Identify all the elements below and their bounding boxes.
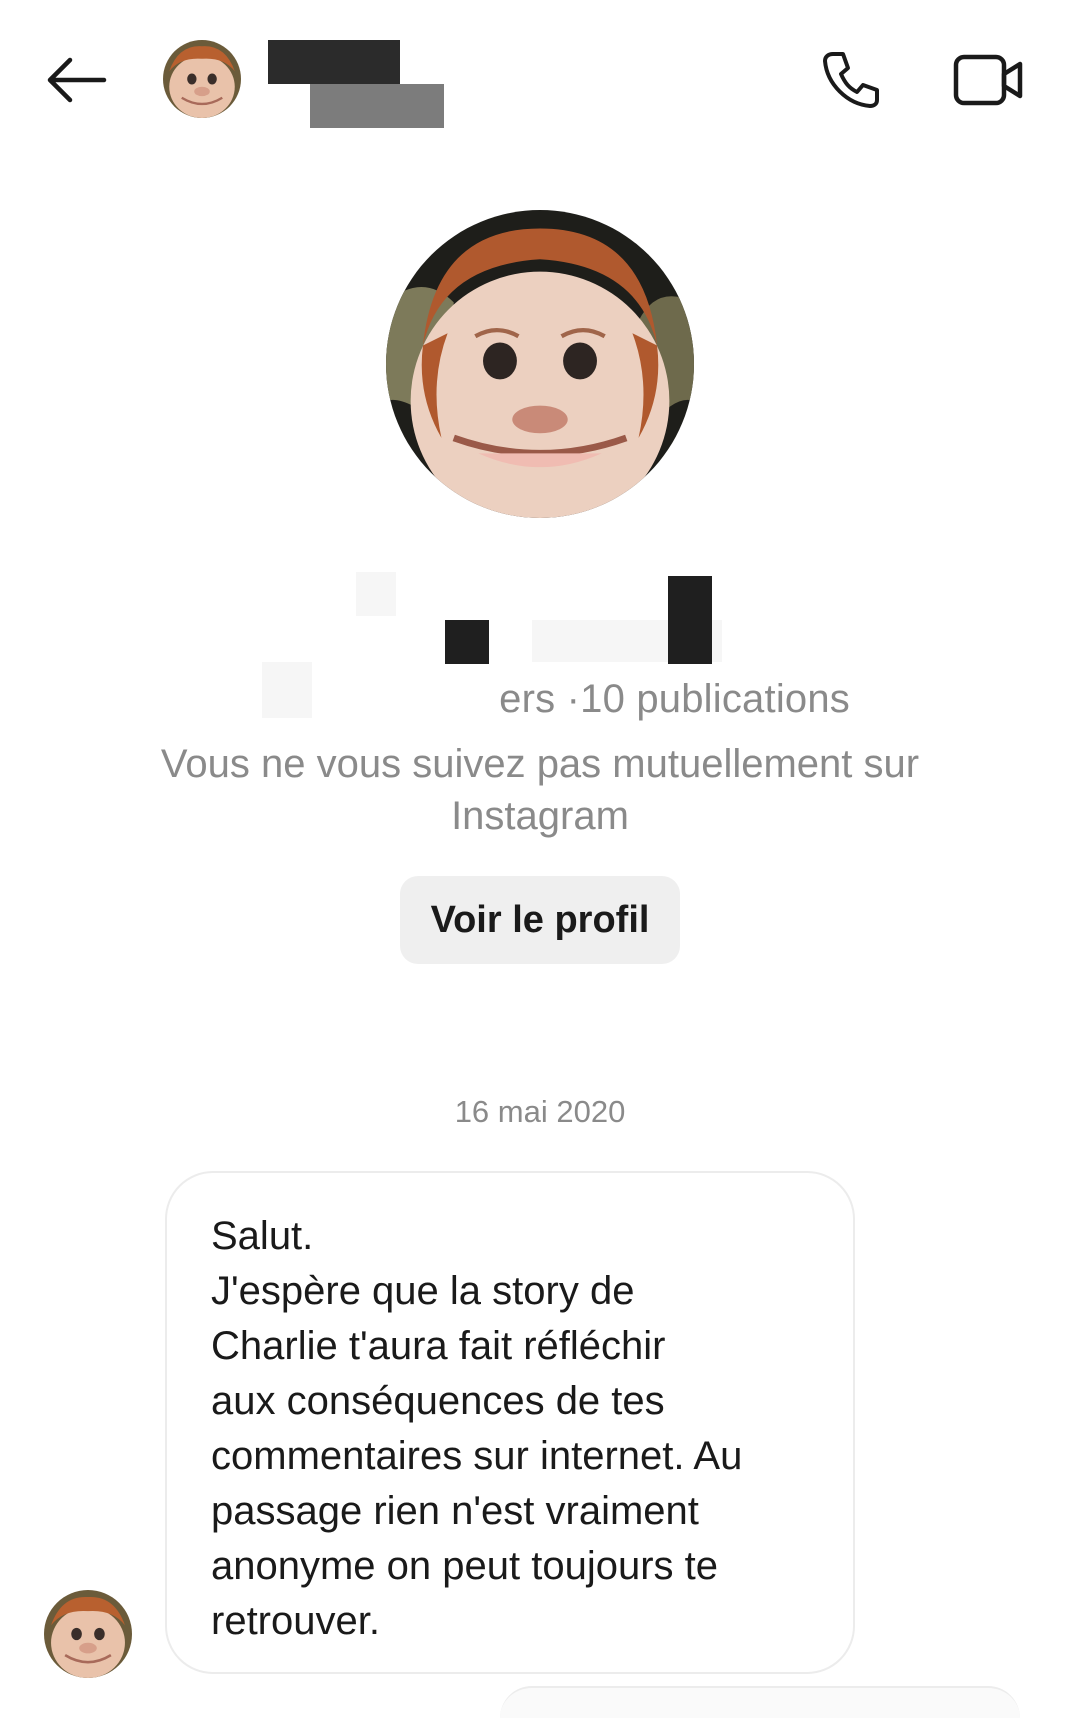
name-redaction-light-1 <box>356 572 396 616</box>
username-redaction[interactable] <box>268 40 400 84</box>
profile-stats: ers ·10 publications <box>499 677 850 721</box>
name-redaction <box>445 620 489 664</box>
received-message-bubble[interactable]: Salut. J'espère que la story de Charlie … <box>165 1171 855 1674</box>
status-redaction <box>310 84 444 128</box>
view-profile-button[interactable]: Voir le profil <box>400 876 680 964</box>
profile-avatar[interactable] <box>386 210 694 518</box>
back-button[interactable] <box>36 44 116 116</box>
header-avatar[interactable] <box>163 40 241 118</box>
voice-call-button[interactable] <box>815 44 887 116</box>
profile-face-image <box>386 210 694 518</box>
phone-icon <box>823 52 879 108</box>
next-message-bubble[interactable] <box>500 1686 1020 1718</box>
avatar-face-icon <box>44 1590 132 1678</box>
chat-header <box>0 0 1080 170</box>
video-call-button[interactable] <box>950 44 1028 116</box>
date-separator: 16 mai 2020 <box>454 1094 626 1129</box>
avatar-face-icon <box>163 40 241 118</box>
message-text: Salut. J'espère que la story de Charlie … <box>211 1214 743 1643</box>
arrow-left-icon <box>47 57 107 103</box>
video-camera-icon <box>953 54 1023 106</box>
name-redaction-tall <box>668 576 712 664</box>
stats-redaction <box>262 662 312 718</box>
mutual-follow-notice: Vous ne vous suivez pas mutuellement sur… <box>160 742 920 838</box>
sender-avatar[interactable] <box>44 1590 132 1678</box>
